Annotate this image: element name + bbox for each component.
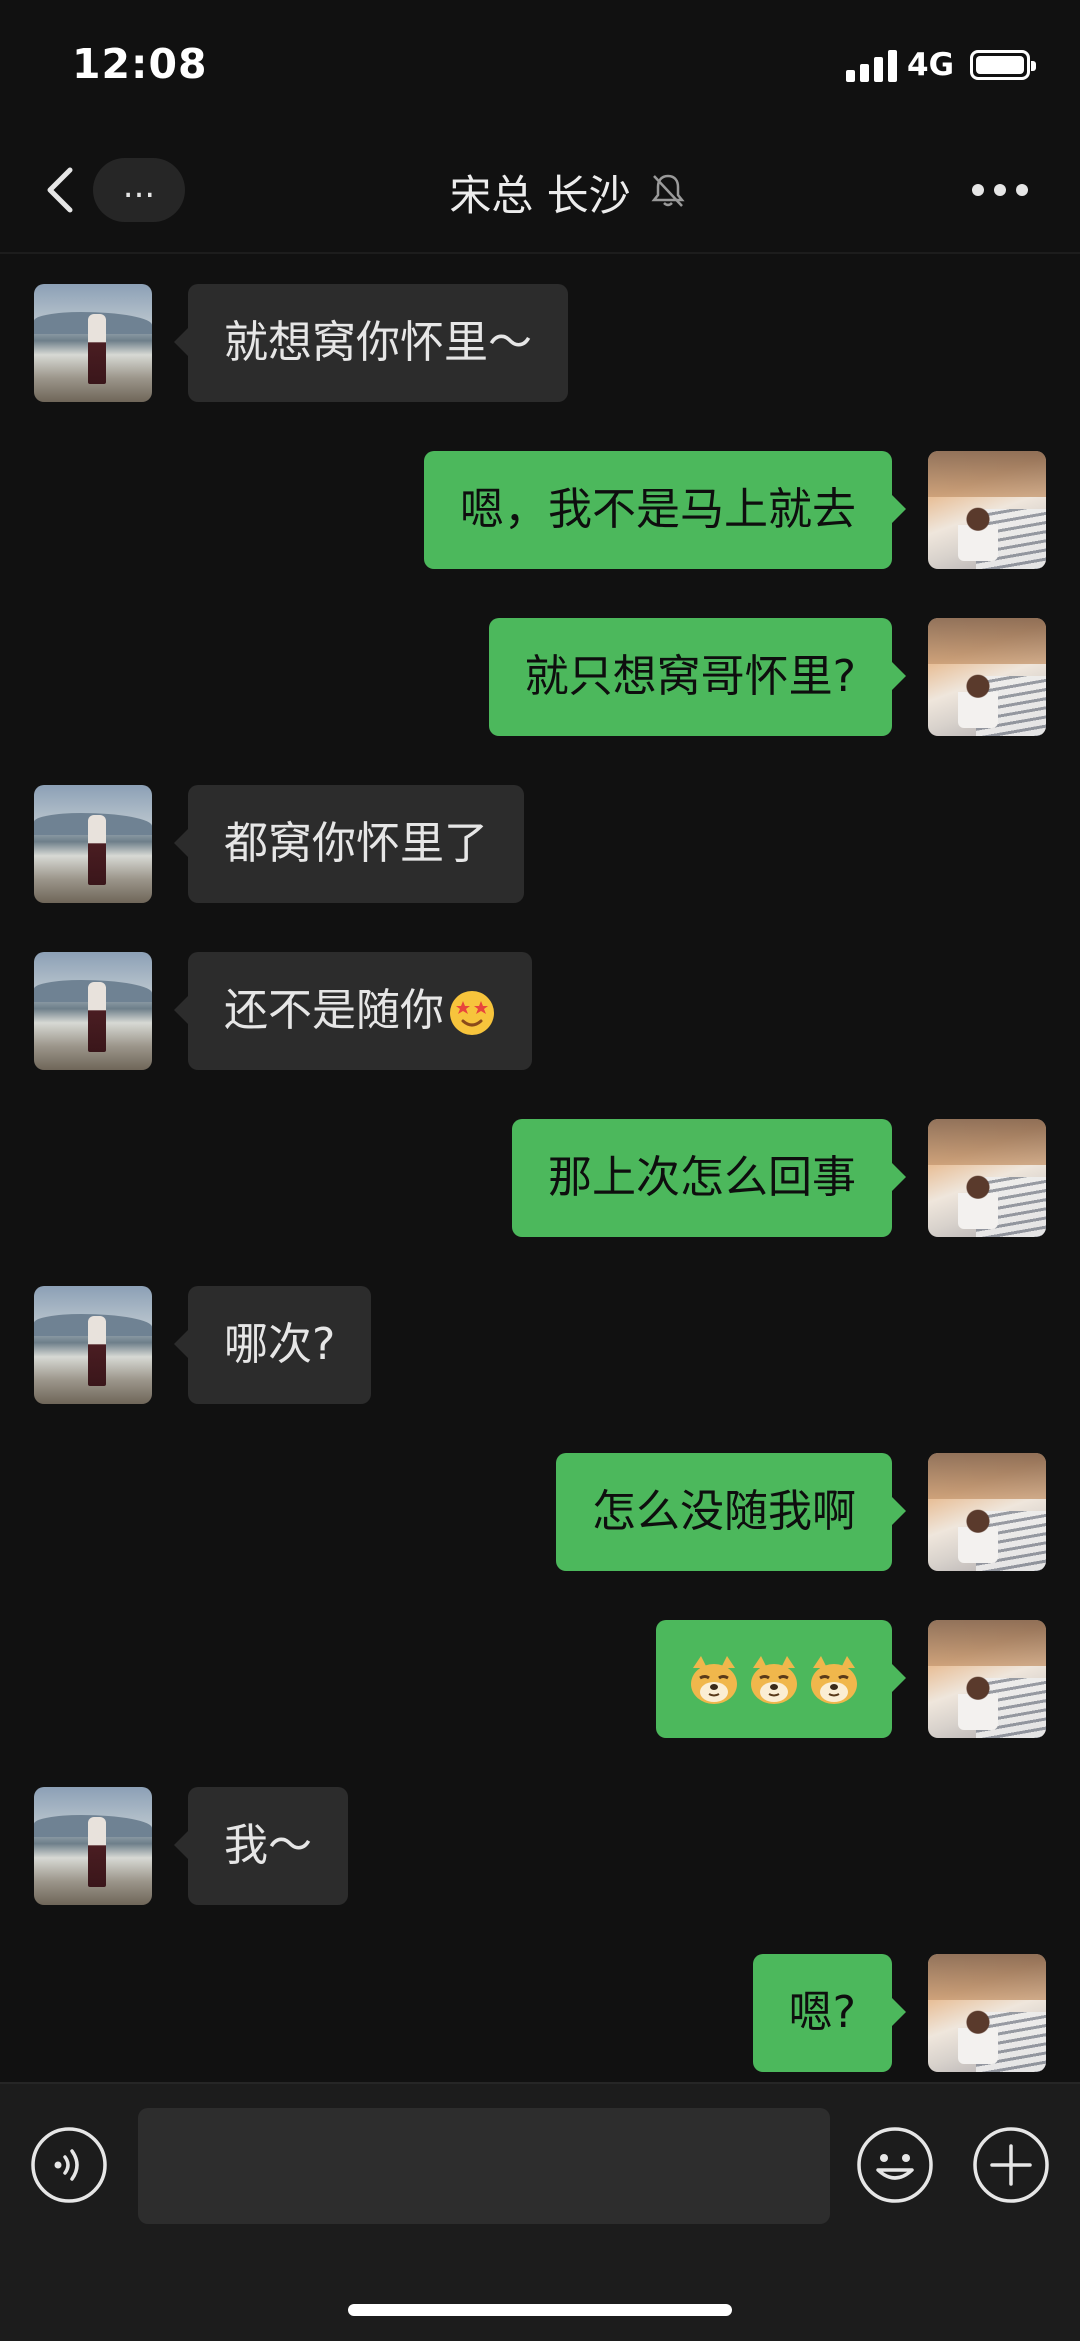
chat-title-area[interactable]: 宋总 长沙 [0, 162, 1080, 223]
message-row: 嗯，我不是马上就去 [0, 451, 1080, 569]
contact-avatar[interactable] [34, 785, 152, 903]
contact-avatar[interactable] [34, 284, 152, 402]
input-bar [0, 2082, 1080, 2341]
chat-title: 宋总 长沙 [449, 171, 631, 220]
contact-avatar[interactable] [34, 1787, 152, 1905]
my-avatar[interactable] [928, 1453, 1046, 1571]
mute-bell-icon [651, 174, 685, 207]
message-row: 那上次怎么回事 [0, 1119, 1080, 1237]
my-avatar[interactable] [928, 1620, 1046, 1738]
message-bubble-outgoing[interactable]: 就只想窝哥怀里? [488, 618, 907, 736]
doge-emoji-icon [691, 1656, 737, 1704]
message-row: 怎么没随我啊 [0, 1453, 1080, 1571]
my-avatar[interactable] [928, 618, 1046, 736]
message-bubble-outgoing-stickers[interactable] [656, 1620, 906, 1738]
message-bubble-outgoing[interactable]: 嗯? [752, 1954, 907, 2072]
doge-emoji-icon [751, 1656, 797, 1704]
emoji-icon[interactable] [856, 2126, 934, 2204]
message-row [0, 1620, 1080, 1738]
my-avatar[interactable] [928, 1119, 1046, 1237]
voice-input-icon[interactable] [30, 2126, 108, 2204]
message-row: 就只想窝哥怀里? [0, 618, 1080, 736]
star-eyes-emoji-icon [450, 991, 494, 1035]
message-bubble-incoming[interactable]: 哪次? [173, 1286, 372, 1404]
home-indicator[interactable] [348, 2304, 732, 2316]
message-bubble-outgoing[interactable]: 那上次怎么回事 [512, 1119, 906, 1237]
message-input[interactable] [138, 2108, 830, 2224]
my-avatar[interactable] [928, 1954, 1046, 2072]
signal-icon [846, 50, 898, 82]
message-bubble-outgoing[interactable]: 嗯，我不是马上就去 [424, 451, 906, 569]
message-list[interactable]: 就想窝你怀里～ 嗯，我不是马上就去 就只想窝哥怀里? 都窝你怀里了 还不是随你 … [0, 254, 1080, 2079]
battery-icon [970, 50, 1036, 80]
status-time: 12:08 [72, 40, 208, 88]
more-options-icon[interactable] [972, 184, 1028, 198]
status-bar: 12:08 4G [0, 0, 1080, 130]
contact-avatar[interactable] [34, 1286, 152, 1404]
message-row: 嗯? [0, 1954, 1080, 2072]
my-avatar[interactable] [928, 451, 1046, 569]
message-bubble-incoming[interactable]: 就想窝你怀里～ [174, 284, 568, 402]
contact-avatar[interactable] [34, 952, 152, 1070]
message-bubble-incoming[interactable]: 还不是随你 [174, 952, 532, 1070]
message-row: 就想窝你怀里～ [0, 284, 1080, 402]
message-text: 还不是随你 [224, 985, 444, 1036]
message-row: 哪次? [0, 1286, 1080, 1404]
network-type: 4G [907, 47, 955, 83]
plus-icon[interactable] [972, 2126, 1050, 2204]
message-bubble-incoming[interactable]: 都窝你怀里了 [174, 785, 524, 903]
chat-header: ... 宋总 长沙 [0, 130, 1080, 254]
message-row: 都窝你怀里了 [0, 785, 1080, 903]
message-bubble-outgoing[interactable]: 怎么没随我啊 [556, 1453, 906, 1571]
message-bubble-incoming[interactable]: 我～ [174, 1787, 348, 1905]
message-row: 还不是随你 [0, 952, 1080, 1070]
message-row: 我～ [0, 1787, 1080, 1905]
doge-emoji-icon [811, 1656, 857, 1704]
